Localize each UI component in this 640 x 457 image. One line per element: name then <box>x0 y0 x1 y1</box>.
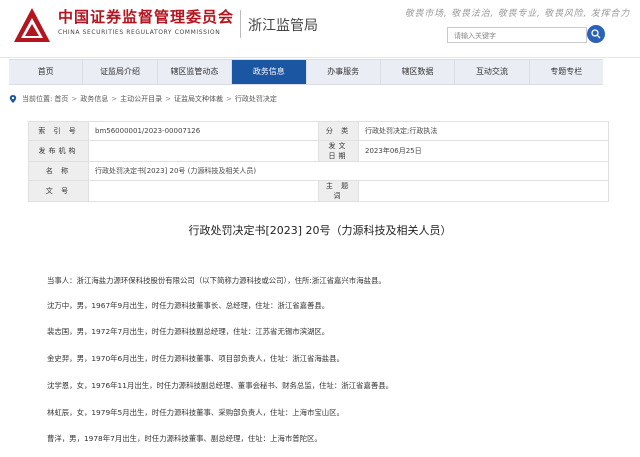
paragraph: 沈万中，男，1967年9月出生，时任力源科技董事长、总经理，住址：浙江省嘉善县。 <box>47 301 330 310</box>
meta-value-doc-number <box>88 180 319 202</box>
meta-value-publisher <box>88 140 319 162</box>
document-title: 行政处罚决定书[2023] 20号（力源科技及相关人员） <box>188 224 452 237</box>
meta-label-doc-number: 文 号 <box>28 180 89 202</box>
breadcrumb-penalty[interactable]: 行政处罚决定 <box>235 94 277 104</box>
search-button[interactable] <box>587 25 605 43</box>
breadcrumb-separator: > <box>71 95 78 103</box>
nav-item-regulatory-news[interactable]: 辖区监管动态 <box>158 60 233 84</box>
nav-item-topics[interactable]: 专题专栏 <box>530 60 603 84</box>
site-header: 中国证券监督管理委员会 CHINA SECURITIES REGULATORY … <box>0 0 640 58</box>
nav-item-services[interactable]: 办事服务 <box>307 60 381 84</box>
nav-item-data[interactable]: 辖区数据 <box>381 60 456 84</box>
meta-label-keywords: 主 题 词 <box>318 180 359 202</box>
meta-value-index: bm56000001/2023-00007126 <box>88 121 319 141</box>
paragraph: 裴志国，男，1972年7月出生，时任力源科技副总经理，住址：江苏省无锡市滨湖区。 <box>47 327 330 336</box>
nav-item-home[interactable]: 首页 <box>9 60 84 84</box>
meta-row: 索 引 号 bm56000001/2023-00007126 分 类 行政处罚决… <box>28 121 609 141</box>
breadcrumb-separator: > <box>165 95 171 103</box>
meta-value-category: 行政处罚决定;行政执法 <box>358 121 609 141</box>
nav-item-about[interactable]: 证监局介绍 <box>83 60 158 84</box>
meta-label-name: 名 称 <box>28 161 89 181</box>
meta-value-name: 行政处罚决定书[2023] 20号 (力源科技及相关人员) <box>88 161 609 181</box>
meta-value-keywords <box>358 180 609 202</box>
paragraph: 沈学恩，女，1976年11月出生，时任力源科技副总经理、董事会秘书、财务总监，住… <box>47 381 394 390</box>
brand-divider <box>240 10 241 38</box>
breadcrumb-home[interactable]: 首页 <box>54 94 68 104</box>
breadcrumb-doc-genre[interactable]: 证监局文种体裁 <box>174 94 223 104</box>
paragraph: 当事人：浙江海盐力源环保科技股份有限公司（以下简称力源科技或公司），住所:浙江省… <box>47 276 386 285</box>
csrc-logo-icon[interactable] <box>12 6 52 46</box>
paragraph: 曹洋，男，1978年7月出生，时任力源科技董事、副总经理，住址：上海市普陀区。 <box>47 434 322 443</box>
search-input[interactable]: 请输入关键字 <box>447 27 587 43</box>
search-icon <box>591 29 601 39</box>
main-nav: 首页 证监局介绍 辖区监管动态 政务信息 办事服务 辖区数据 互动交流 专题专栏 <box>9 59 603 85</box>
breadcrumb: 当前位置: 首页 > 政务信息 > 主动公开目录 > 证监局文种体裁 > 行政处… <box>9 94 277 104</box>
local-bureau-name: 浙江监管局 <box>248 18 318 34</box>
brand-name-en: CHINA SECURITIES REGULATORY COMMISSION <box>58 29 221 36</box>
meta-label-category: 分 类 <box>318 121 359 141</box>
meta-label-index: 索 引 号 <box>28 121 89 141</box>
nav-item-interaction[interactable]: 互动交流 <box>455 60 530 84</box>
paragraph: 金史羿，男，1970年6月出生，时任力源科技董事、项目部负责人，住址：浙江省海盐… <box>47 354 344 363</box>
meta-label-date: 发文日期 <box>318 140 359 162</box>
location-icon <box>9 95 17 103</box>
brand-name-cn: 中国证券监督管理委员会 <box>58 8 235 26</box>
meta-value-date: 2023年06月25日 <box>358 140 609 162</box>
breadcrumb-public-catalog[interactable]: 主动公开目录 <box>120 94 162 104</box>
meta-label-publisher: 发布机构 <box>28 140 89 162</box>
document-meta-table: 索 引 号 bm56000001/2023-00007126 分 类 行政处罚决… <box>28 121 609 202</box>
slogan: 敬畏市场, 敬畏法治, 敬畏专业, 敬畏风险, 发挥合力 <box>404 9 630 19</box>
brand[interactable]: 中国证券监督管理委员会 CHINA SECURITIES REGULATORY … <box>58 8 234 36</box>
breadcrumb-separator: > <box>225 95 232 103</box>
breadcrumb-gov-info[interactable]: 政务信息 <box>80 94 108 104</box>
meta-row: 文 号 主 题 词 <box>28 180 609 202</box>
breadcrumb-separator: > <box>111 95 118 103</box>
paragraph: 林虹辰，女，1979年5月出生，时任力源科技董事、采购部负责人，住址：上海市宝山… <box>47 408 344 417</box>
meta-row: 名 称 行政处罚决定书[2023] 20号 (力源科技及相关人员) <box>28 161 609 181</box>
nav-item-gov-info[interactable]: 政务信息 <box>232 60 307 84</box>
breadcrumb-prefix: 当前位置: <box>22 95 53 103</box>
meta-row: 发布机构 发文日期 2023年06月25日 <box>28 140 609 162</box>
